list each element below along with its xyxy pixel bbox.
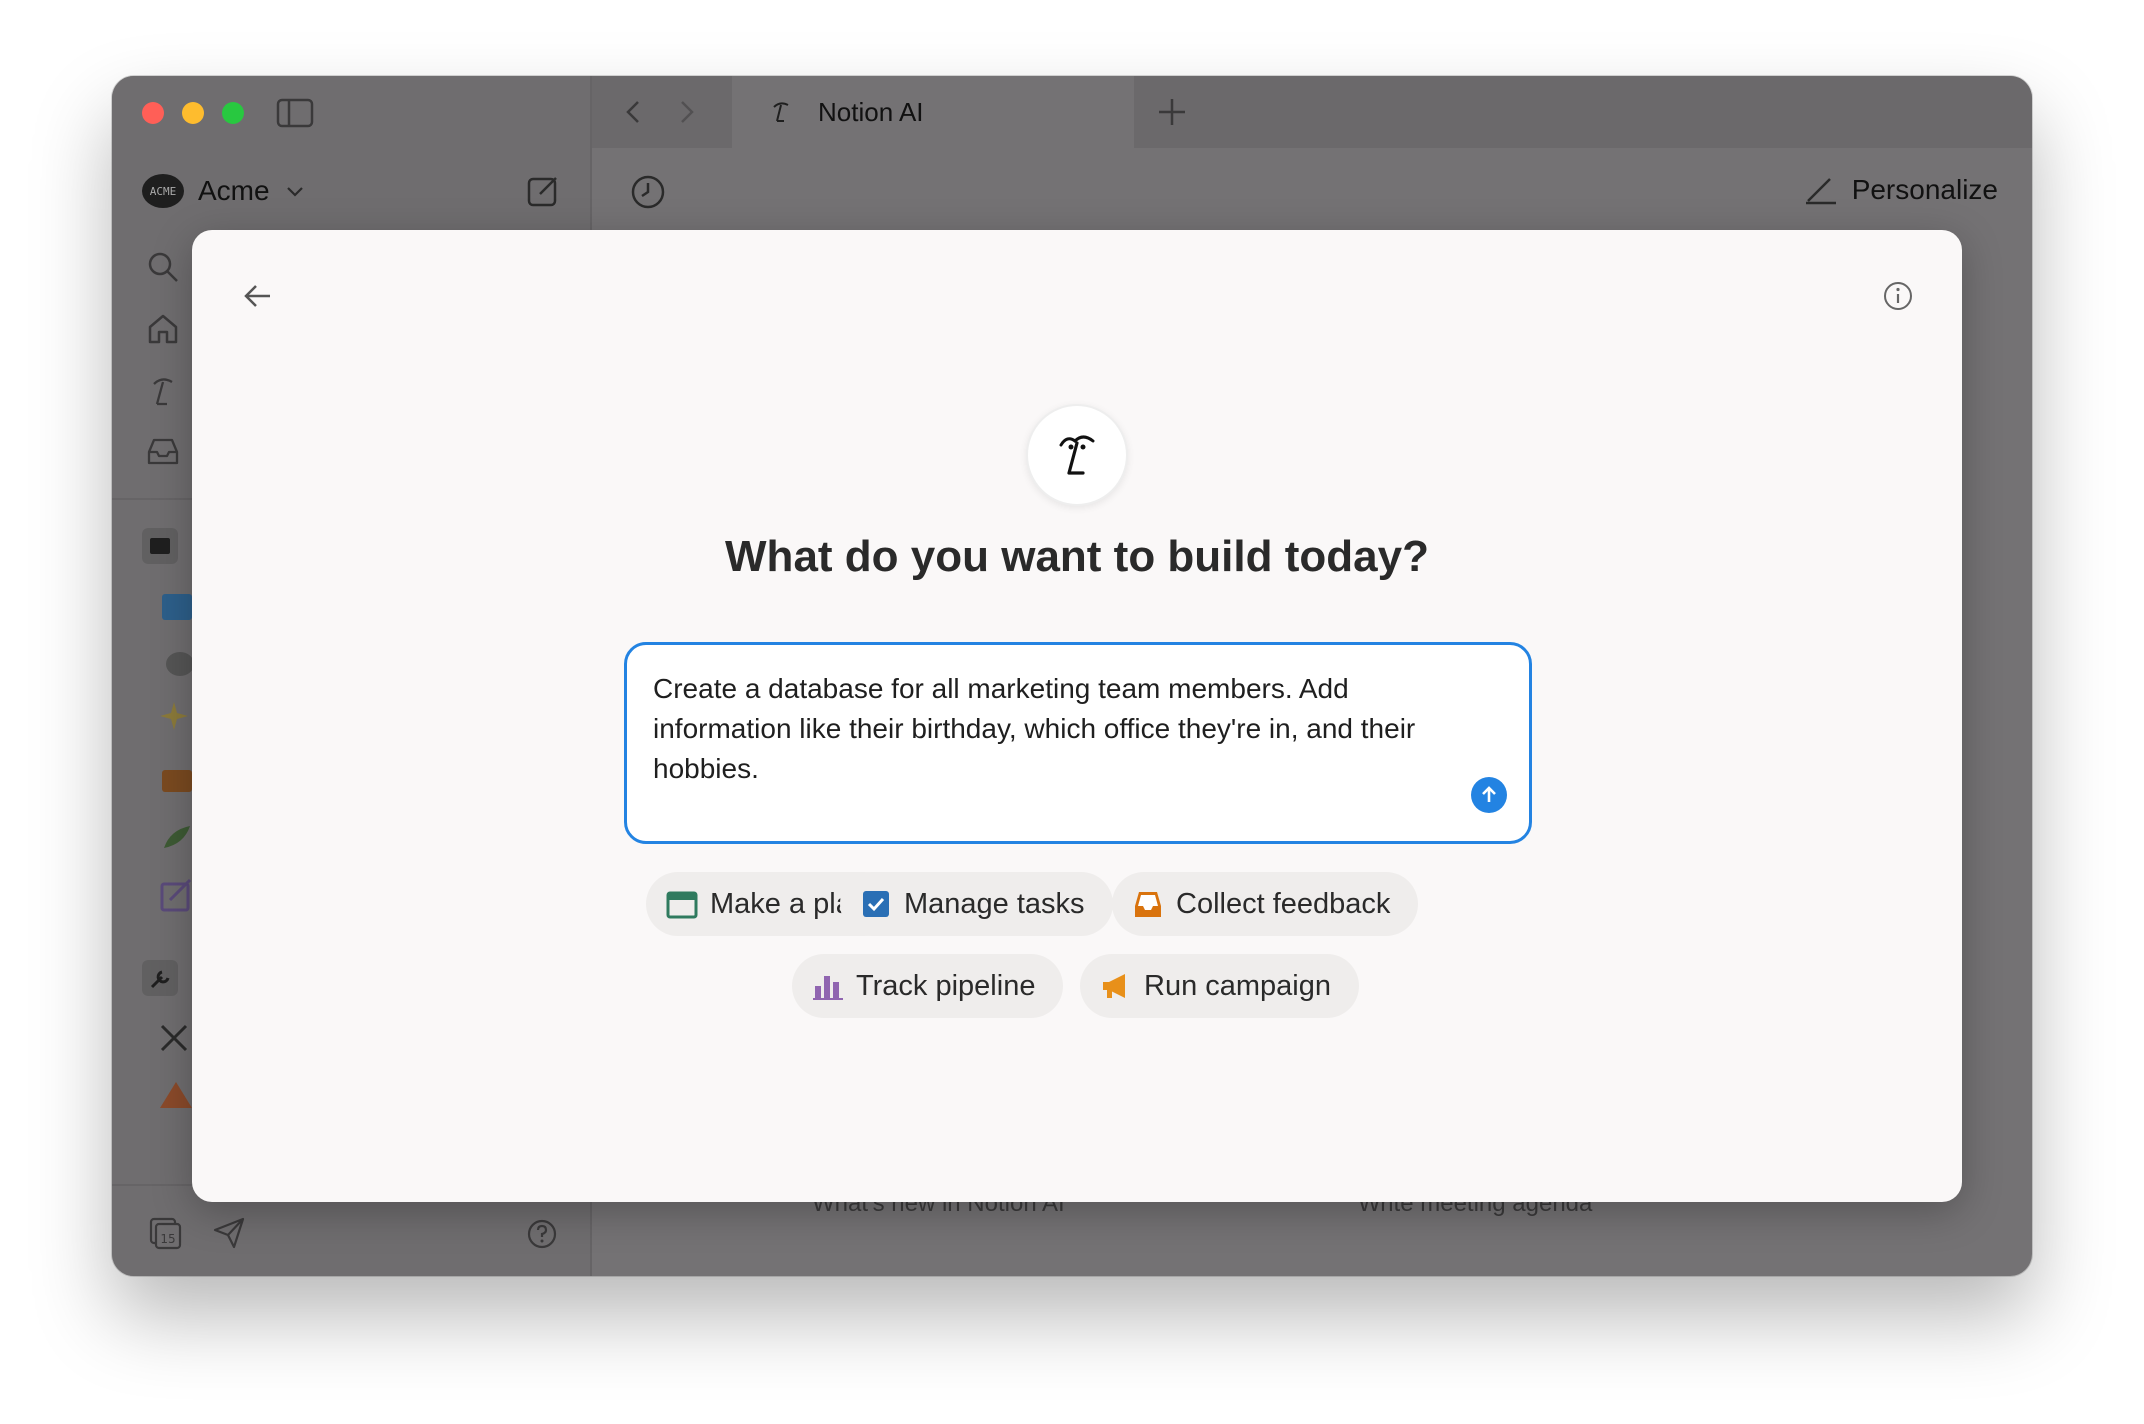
- herb-icon[interactable]: [156, 818, 192, 854]
- suggestion-label: Collect feedback: [1176, 887, 1391, 920]
- home-icon[interactable]: [146, 312, 180, 346]
- submit-button[interactable]: [1471, 777, 1507, 813]
- arrow-up-icon: [1482, 786, 1496, 802]
- help-icon[interactable]: [526, 1218, 558, 1250]
- chevron-down-icon: [286, 187, 303, 197]
- calendar-icon[interactable]: 15: [148, 1216, 182, 1250]
- notion-ai-icon: [1059, 435, 1095, 475]
- modal-heading: What do you want to build today?: [725, 532, 1429, 581]
- window-close-button[interactable]: [142, 102, 164, 124]
- send-icon[interactable]: [212, 1216, 246, 1250]
- shell-icon[interactable]: [156, 644, 192, 680]
- search-icon[interactable]: [146, 250, 180, 284]
- suggestion-label: Run campaign: [1144, 969, 1331, 1002]
- window-minimize-button[interactable]: [182, 102, 204, 124]
- hammer-and-wrench-icon[interactable]: [156, 1020, 192, 1056]
- calendar-icon: [666, 891, 698, 919]
- prompt-input[interactable]: Create a database for all marketing team…: [624, 642, 1532, 844]
- clapperboard-icon[interactable]: [142, 528, 178, 564]
- notion-ai-avatar: [1026, 404, 1128, 506]
- app-window: ACME Acme 15 Notion AI Personalize What'…: [112, 76, 2032, 1276]
- chevron-left-icon[interactable]: [620, 98, 648, 126]
- checkbox-icon: [863, 891, 889, 917]
- suggestion-label: Manage tasks: [904, 887, 1085, 920]
- info-icon[interactable]: [1882, 280, 1914, 312]
- plus-icon[interactable]: [1156, 96, 1188, 128]
- tab-title: Notion AI: [818, 96, 924, 127]
- workspace-name: Acme: [198, 175, 270, 206]
- sidebar-toggle-icon[interactable]: [276, 98, 314, 128]
- notion-ai-icon[interactable]: [146, 374, 180, 408]
- briefcase-icon[interactable]: [156, 760, 192, 796]
- arrow-left-icon[interactable]: [240, 278, 276, 314]
- bar-chart-icon: [813, 976, 843, 1000]
- suggestion-track-pipeline[interactable]: Track pipeline: [792, 954, 1064, 1018]
- ai-builder-modal: What do you want to build today? Create …: [192, 230, 1962, 1202]
- prompt-text[interactable]: Create a database for all marketing team…: [653, 669, 1493, 789]
- suggestion-label: Track pipeline: [856, 969, 1036, 1002]
- suggestion-collect-feedback[interactable]: Collect feedback: [1112, 872, 1419, 936]
- calendar-day: 15: [160, 1232, 175, 1246]
- inbox-tray-icon: [1135, 892, 1161, 917]
- inbox-icon[interactable]: [146, 434, 180, 468]
- clock-icon[interactable]: [630, 174, 666, 210]
- pencil-icon: [1805, 178, 1836, 205]
- megaphone-icon: [1103, 974, 1125, 998]
- window-maximize-button[interactable]: [222, 102, 244, 124]
- tent-icon[interactable]: [156, 1076, 192, 1112]
- workspace-logo: ACME: [142, 174, 184, 208]
- sparkles-icon[interactable]: [156, 698, 192, 734]
- suggestion-run-campaign[interactable]: Run campaign: [1080, 954, 1359, 1018]
- chevron-right-icon[interactable]: [672, 98, 700, 126]
- notion-ai-icon: [773, 102, 789, 122]
- personalize-label: Personalize: [1851, 174, 1998, 205]
- workspace-switcher[interactable]: ACME Acme: [142, 174, 306, 208]
- personalize-button[interactable]: Personalize: [1804, 174, 1998, 206]
- film-icon[interactable]: [156, 588, 192, 624]
- memo-icon[interactable]: [156, 876, 192, 912]
- wrench-icon[interactable]: [142, 960, 178, 996]
- new-page-icon[interactable]: [526, 174, 560, 208]
- tab-notion-ai[interactable]: Notion AI: [732, 76, 1134, 148]
- suggestion-manage-tasks[interactable]: Manage tasks: [840, 872, 1113, 936]
